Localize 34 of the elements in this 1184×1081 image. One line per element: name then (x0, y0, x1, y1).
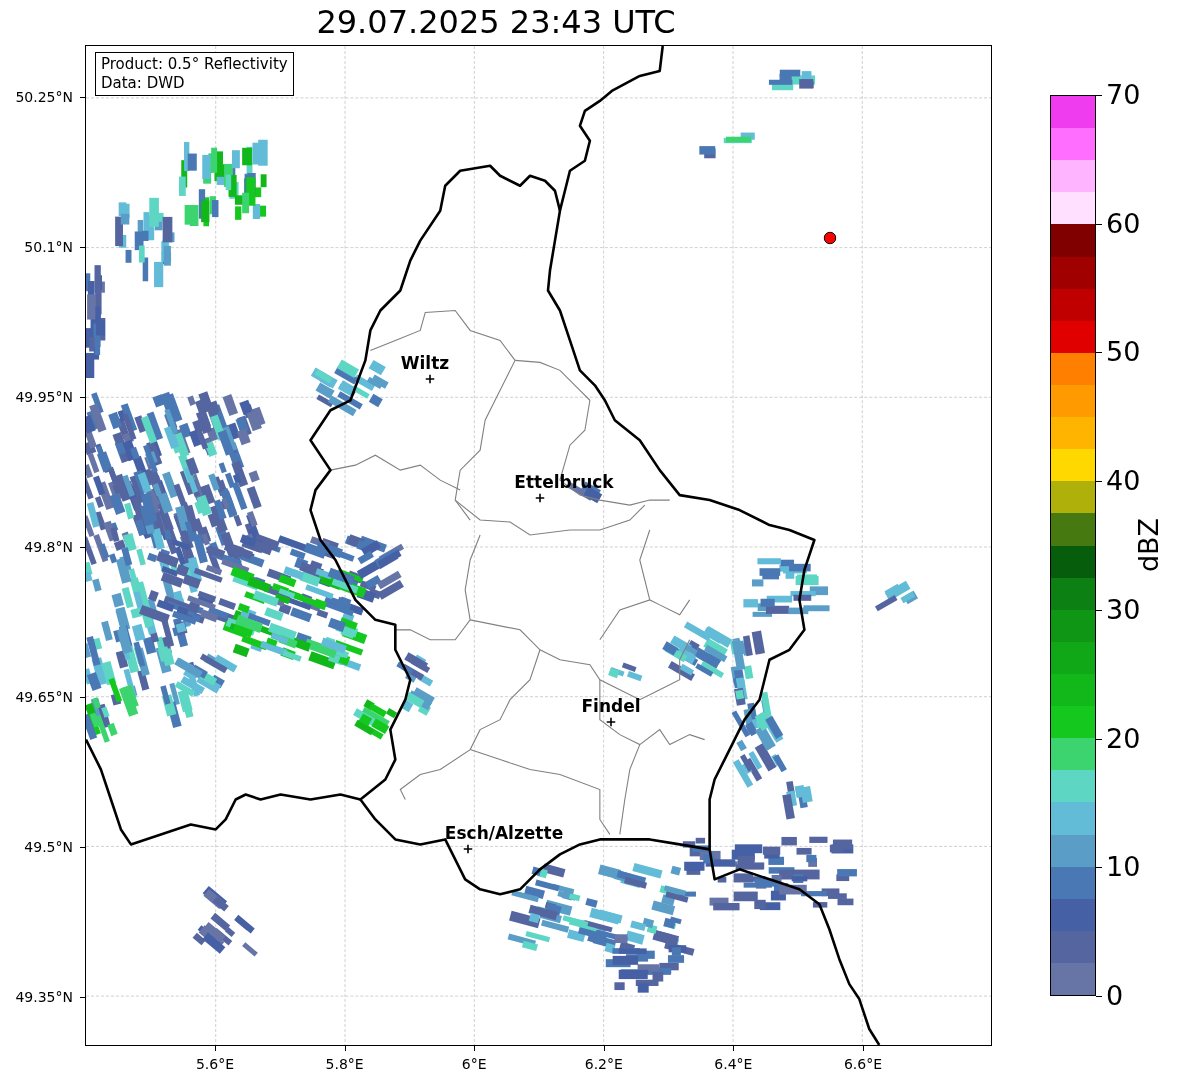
colorbar-tick-label: 0 (1106, 981, 1124, 1011)
colorbar-label: dBZ (1132, 517, 1164, 573)
longitude-tick-label: 6.4°E (714, 1056, 753, 1072)
city-marker-icon (425, 374, 435, 384)
latitude-tick-label: 49.8°N (24, 539, 73, 555)
latitude-tick-label: 49.5°N (24, 839, 73, 855)
info-text: Product: 0.5° Reflectivity (101, 55, 288, 74)
colorbar-tick-label: 30 (1106, 594, 1141, 625)
city-label: Ettelbruck (514, 472, 614, 492)
city-marker-icon (535, 493, 545, 503)
colorbar-tick-label: 10 (1106, 852, 1141, 883)
latitude-tick-label: 50.1°N (24, 239, 73, 255)
city-label: Esch/Alzette (444, 823, 564, 843)
longitude-tick-label: 6°E (461, 1056, 487, 1072)
city-label: Findel (581, 696, 641, 716)
info-text: Data: DWD (101, 74, 186, 93)
latitude-tick-label: 50.25°N (15, 89, 73, 105)
latitude-tick-label: 49.35°N (15, 989, 73, 1005)
longitude-tick-label: 6.6°E (843, 1056, 883, 1072)
colorbar-tick-label: 20 (1106, 723, 1141, 754)
colorbar-tick-label: 50 (1106, 337, 1141, 368)
longitude-tick-label: 6.2°E (584, 1056, 623, 1072)
longitude-tick-label: 5.8°E (325, 1056, 364, 1072)
latitude-tick-label: 49.95°N (15, 389, 73, 405)
chart-title: 29.07.2025 23:43 UTC (315, 2, 677, 43)
radar-site-icon (823, 231, 837, 245)
city-marker-icon (463, 844, 473, 854)
colorbar-tick-label: 40 (1106, 466, 1141, 497)
latitude-tick-label: 49.65°N (15, 689, 73, 705)
colorbar-tick-label: 70 (1106, 80, 1141, 110)
longitude-tick-label: 5.6°E (195, 1056, 235, 1072)
city-label: Wiltz (400, 353, 450, 373)
colorbar-tick-label: 60 (1106, 208, 1141, 239)
city-marker-icon (606, 717, 616, 727)
